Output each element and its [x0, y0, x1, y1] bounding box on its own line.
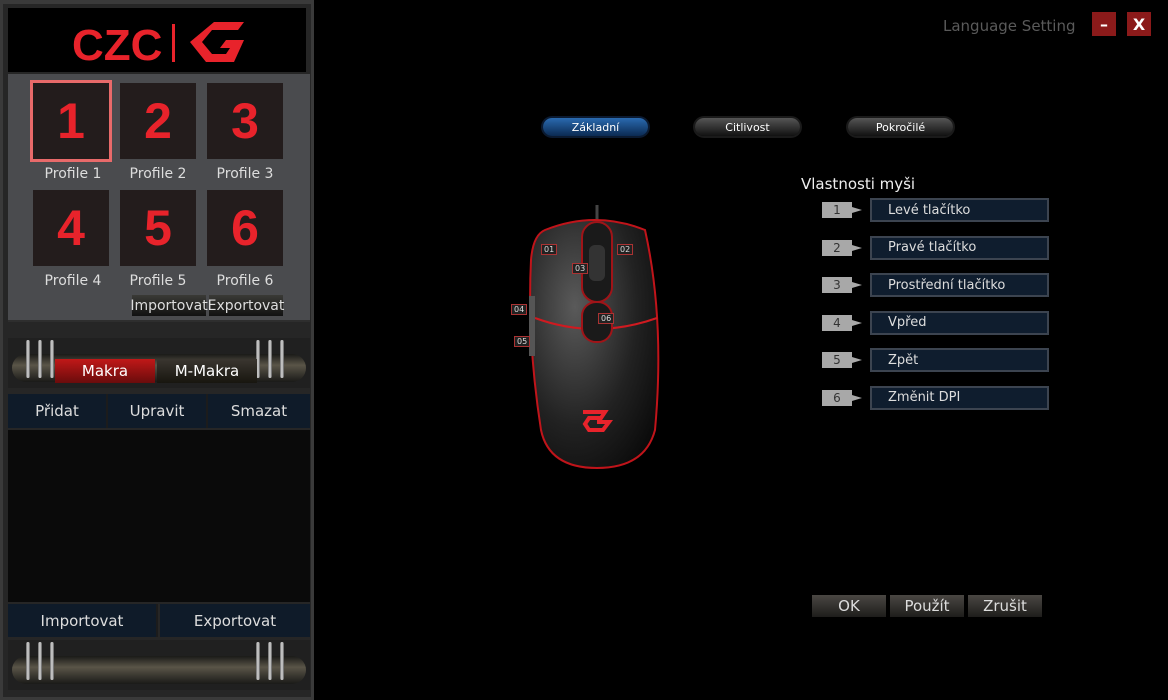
macro-import-button[interactable]: Importovat: [8, 604, 158, 637]
marker-03: 03: [572, 263, 589, 274]
apply-button[interactable]: Použít: [890, 595, 964, 617]
button-5-field[interactable]: Zpět: [870, 348, 1049, 372]
button-mapping-list: 1 Levé tlačítko 2 Pravé tlačítko 3 Prostřed…: [822, 198, 1049, 410]
close-button[interactable]: X: [1127, 12, 1151, 36]
profile-3-label: Profile 3: [216, 166, 274, 182]
arrow-icon: [852, 207, 862, 213]
button-row-1: 1 Levé tlačítko: [822, 198, 1049, 222]
macro-tab-rail: Makra M-Makra: [8, 338, 310, 388]
button-row-3: 3 Prostřední tlačítko: [822, 273, 1049, 297]
profile-2-label: Profile 2: [129, 166, 187, 182]
button-number: 5: [822, 352, 852, 368]
button-number: 4: [822, 314, 852, 331]
profile-6-label: Profile 6: [216, 273, 274, 289]
marker-02: 02: [617, 244, 634, 255]
macro-export-button[interactable]: Exportovat: [160, 604, 310, 637]
button-number: 1: [822, 202, 852, 218]
tab-zakladni[interactable]: Základní: [543, 118, 648, 136]
svg-text:CZC: CZC: [72, 21, 162, 70]
button-number: 2: [822, 239, 852, 256]
profile-export-button[interactable]: Exportovat: [208, 295, 284, 316]
profile-3-tile[interactable]: 3: [207, 83, 283, 159]
arrow-icon: [852, 394, 862, 401]
button-3-field[interactable]: Prostřední tlačítko: [870, 273, 1049, 297]
profile-4-label: Profile 4: [44, 273, 102, 289]
profile-1-tile[interactable]: 1: [30, 80, 112, 162]
mouse-image: [529, 205, 660, 470]
czc-logo: CZC: [8, 8, 306, 72]
button-2-field[interactable]: Pravé tlačítko: [870, 235, 1049, 260]
profile-1-label: Profile 1: [44, 166, 102, 182]
button-row-5: 5 Zpět: [822, 348, 1049, 372]
tab-makra[interactable]: Makra: [55, 359, 155, 383]
marker-01: 01: [541, 244, 558, 255]
button-row-6: 6 Změnit DPI: [822, 385, 1049, 410]
arrow-icon: [852, 357, 862, 363]
button-number: 6: [822, 389, 852, 406]
arrow-icon: [852, 244, 862, 251]
marker-06: 06: [598, 313, 615, 324]
button-number: 3: [822, 277, 852, 293]
tab-m-makra[interactable]: M-Makra: [157, 359, 257, 383]
profile-5-tile[interactable]: 5: [120, 190, 196, 266]
minimize-button[interactable]: –: [1092, 12, 1116, 36]
marker-05: 05: [514, 336, 531, 347]
czc-logo-graphic: CZC: [72, 21, 244, 70]
edit-macro-button[interactable]: Upravit: [108, 394, 208, 428]
button-1-field[interactable]: Levé tlačítko: [870, 198, 1049, 222]
profile-2-tile[interactable]: 2: [120, 83, 196, 159]
bottom-rail: [8, 640, 310, 690]
ok-button[interactable]: OK: [812, 595, 886, 617]
cancel-button[interactable]: Zrušit: [968, 595, 1042, 617]
profile-4-tile[interactable]: 4: [33, 190, 109, 266]
macro-list[interactable]: [8, 430, 310, 602]
profile-import-button[interactable]: Importovat: [130, 295, 208, 316]
mouse-properties-title: Vlastnosti myši: [801, 175, 916, 193]
profile-5-label: Profile 5: [129, 273, 187, 289]
delete-macro-button[interactable]: Smazat: [208, 394, 310, 428]
language-setting-link[interactable]: Language Setting: [943, 17, 1076, 35]
button-4-field[interactable]: Vpřed: [870, 310, 1049, 335]
tab-pokrocile[interactable]: Pokročilé: [848, 118, 953, 136]
arrow-icon: [852, 319, 862, 326]
button-row-4: 4 Vpřed: [822, 310, 1049, 335]
add-macro-button[interactable]: Přidat: [8, 394, 108, 428]
arrow-icon: [852, 282, 862, 288]
tab-citlivost[interactable]: Citlivost: [695, 118, 800, 136]
profile-6-tile[interactable]: 6: [207, 190, 283, 266]
button-6-field[interactable]: Změnit DPI: [870, 385, 1049, 410]
marker-04: 04: [511, 304, 528, 315]
button-row-2: 2 Pravé tlačítko: [822, 235, 1049, 260]
